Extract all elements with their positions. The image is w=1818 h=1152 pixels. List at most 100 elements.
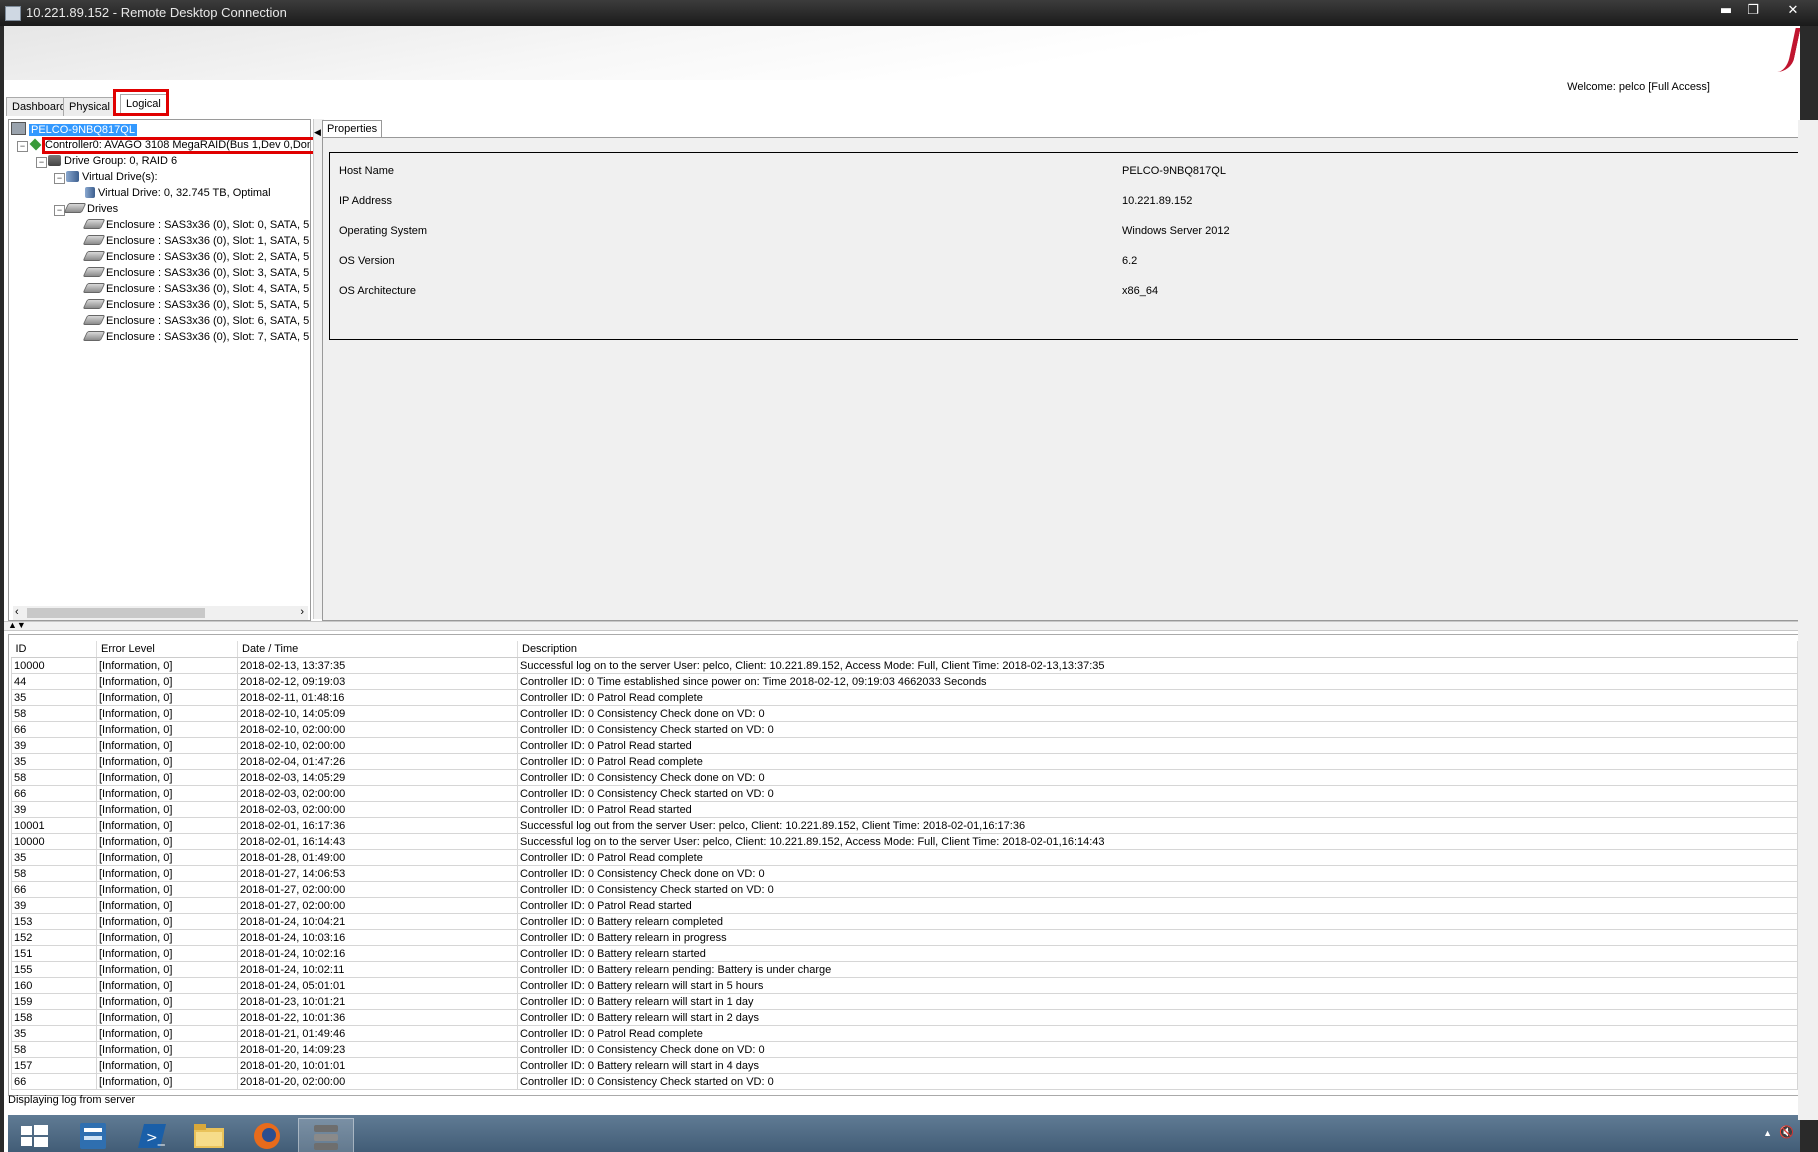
tree-drive-slot-0[interactable]: Enclosure : SAS3x36 (0), Slot: 0, SATA, … xyxy=(82,218,309,233)
vertical-scrollbar[interactable] xyxy=(1798,120,1818,1120)
tree-drives[interactable]: Drives xyxy=(63,202,118,217)
tree-virtual-drive-0[interactable]: Virtual Drive: 0, 32.745 TB, Optimal xyxy=(85,186,271,201)
collapse-controller-toggle[interactable]: − xyxy=(17,141,28,152)
table-row[interactable]: 10000 [Information, 0] 2018-02-13, 13:37:3… xyxy=(11,657,1798,674)
table-row[interactable]: 10000 [Information, 0] 2018-02-01, 16:14:4… xyxy=(11,833,1798,850)
log-error-level-cell: [Information, 0] xyxy=(96,1073,238,1090)
volume-muted-icon[interactable]: 🔇 xyxy=(1779,1125,1794,1139)
firefox-icon[interactable] xyxy=(240,1118,294,1152)
log-description-cell: Controller ID: 0 Battery relearn will st… xyxy=(517,1057,1798,1074)
log-description-cell: Controller ID: 0 Battery relearn complet… xyxy=(517,913,1798,930)
log-id-cell: 66 xyxy=(11,881,97,898)
table-row[interactable]: 58 [Information, 0] 2018-02-03, 14:05:29 Co… xyxy=(11,769,1798,786)
prop-label: Operating System xyxy=(339,225,428,237)
window-titlebar[interactable]: 10.221.89.152 - Remote Desktop Connectio… xyxy=(0,0,1818,26)
table-row[interactable]: 152 [Information, 0] 2018-01-24, 10:03:16 C… xyxy=(11,929,1798,946)
log-id-cell: 10000 xyxy=(11,833,97,850)
physical-drive-icon xyxy=(82,331,106,341)
log-description-cell: Controller ID: 0 Consistency Check done … xyxy=(517,705,1798,722)
table-row[interactable]: 159 [Information, 0] 2018-01-23, 10:01:21 C… xyxy=(11,993,1798,1010)
table-row[interactable]: 44 [Information, 0] 2018-02-12, 09:19:03 Co… xyxy=(11,673,1798,690)
file-explorer-icon[interactable] xyxy=(182,1118,236,1152)
physical-drive-icon xyxy=(82,219,106,229)
scroll-left-arrow[interactable]: ‹ xyxy=(15,606,19,618)
tab-properties[interactable]: Properties xyxy=(322,120,383,138)
tab-dashboard[interactable]: Dashboard xyxy=(6,97,72,116)
scroll-thumb[interactable] xyxy=(27,608,205,618)
log-error-level-cell: [Information, 0] xyxy=(96,833,238,850)
log-splitter[interactable]: ▲▼ xyxy=(4,620,1800,631)
minimize-button[interactable]: ▬ xyxy=(1713,2,1739,20)
properties-box: Host Name PELCO-9NBQ817QL IP Address 10.… xyxy=(329,152,1800,340)
collapse-left-arrow[interactable]: ◀ xyxy=(314,127,321,138)
tab-physical[interactable]: Physical xyxy=(63,97,116,116)
table-row[interactable]: 35 [Information, 0] 2018-01-28, 01:49:00 Co… xyxy=(11,849,1798,866)
tree-drive-slot-3[interactable]: Enclosure : SAS3x36 (0), Slot: 3, SATA, … xyxy=(82,266,309,281)
table-row[interactable]: 58 [Information, 0] 2018-01-27, 14:06:53 Co… xyxy=(11,865,1798,882)
svg-text:>_: >_ xyxy=(146,1130,166,1146)
column-header-error-level[interactable]: Error Level xyxy=(96,641,238,658)
log-datetime-cell: 2018-02-13, 13:37:35 xyxy=(237,657,518,674)
log-datetime-cell: 2018-01-20, 14:09:23 xyxy=(237,1041,518,1058)
table-row[interactable]: 66 [Information, 0] 2018-01-20, 02:00:00 Co… xyxy=(11,1073,1798,1090)
tree-drive-slot-4[interactable]: Enclosure : SAS3x36 (0), Slot: 4, SATA, … xyxy=(82,282,309,297)
log-id-cell: 58 xyxy=(11,705,97,722)
tree-drive-slot-7[interactable]: Enclosure : SAS3x36 (0), Slot: 7, SATA, … xyxy=(82,330,309,345)
collapse-virtual-drives-toggle[interactable]: − xyxy=(54,173,65,184)
table-row[interactable]: 158 [Information, 0] 2018-01-22, 10:01:36 C… xyxy=(11,1009,1798,1026)
table-row[interactable]: 58 [Information, 0] 2018-02-10, 14:05:09 Co… xyxy=(11,705,1798,722)
collapse-drive-group-toggle[interactable]: − xyxy=(36,157,47,168)
maximize-button[interactable]: ❐ xyxy=(1740,2,1766,20)
tree-virtual-drives[interactable]: Virtual Drive(s): xyxy=(66,170,158,185)
table-row[interactable]: 151 [Information, 0] 2018-01-24, 10:02:16 C… xyxy=(11,945,1798,962)
log-id-cell: 35 xyxy=(11,753,97,770)
column-header-description[interactable]: Description xyxy=(517,641,1798,658)
tree-host[interactable]: PELCO-9NBQ817QL xyxy=(11,122,137,137)
table-row[interactable]: 35 [Information, 0] 2018-02-04, 01:47:26 Co… xyxy=(11,753,1798,770)
tree-drive-slot-2[interactable]: Enclosure : SAS3x36 (0), Slot: 2, SATA, … xyxy=(82,250,309,265)
table-row[interactable]: 35 [Information, 0] 2018-01-21, 01:49:46 Co… xyxy=(11,1025,1798,1042)
controller-icon xyxy=(29,138,42,151)
tree-drive-slot-1[interactable]: Enclosure : SAS3x36 (0), Slot: 1, SATA, … xyxy=(82,234,309,249)
tree-drive-label: Enclosure : SAS3x36 (0), Slot: 5, SATA, … xyxy=(106,299,310,311)
table-row[interactable]: 153 [Information, 0] 2018-01-24, 10:04:21 C… xyxy=(11,913,1798,930)
event-log-panel: ID Error Level Date / Time Description 1… xyxy=(8,634,1800,1096)
megaraid-storage-manager-icon[interactable] xyxy=(298,1118,354,1152)
log-id-cell: 153 xyxy=(11,913,97,930)
log-error-level-cell: [Information, 0] xyxy=(96,737,238,754)
tree-virtual-drives-label: Virtual Drive(s): xyxy=(82,171,158,183)
log-datetime-cell: 2018-01-24, 10:02:11 xyxy=(237,961,518,978)
table-row[interactable]: 39 [Information, 0] 2018-02-10, 02:00:00 Co… xyxy=(11,737,1798,754)
tree-drive-slot-6[interactable]: Enclosure : SAS3x36 (0), Slot: 6, SATA, … xyxy=(82,314,309,329)
close-button[interactable]: ✕ xyxy=(1775,2,1811,20)
tray-expand-icon[interactable]: ▲ xyxy=(1763,1128,1772,1138)
log-datetime-cell: 2018-02-10, 14:05:09 xyxy=(237,705,518,722)
prop-value: 10.221.89.152 xyxy=(1122,195,1193,207)
table-row[interactable]: 39 [Information, 0] 2018-02-03, 02:00:00 Co… xyxy=(11,801,1798,818)
table-row[interactable]: 39 [Information, 0] 2018-01-27, 02:00:00 Co… xyxy=(11,897,1798,914)
splitter-arrows[interactable]: ▲▼ xyxy=(8,620,26,630)
table-row[interactable]: 155 [Information, 0] 2018-01-24, 10:02:11 C… xyxy=(11,961,1798,978)
table-row[interactable]: 35 [Information, 0] 2018-02-11, 01:48:16 Co… xyxy=(11,689,1798,706)
log-description-cell: Controller ID: 0 Consistency Check start… xyxy=(517,881,1798,898)
table-row[interactable]: 10001 [Information, 0] 2018-02-01, 16:17:3… xyxy=(11,817,1798,834)
tree-horizontal-scrollbar[interactable]: ‹ › xyxy=(13,606,308,620)
windows-start-icon[interactable] xyxy=(8,1118,62,1152)
table-row[interactable]: 157 [Information, 0] 2018-01-20, 10:01:01 C… xyxy=(11,1057,1798,1074)
table-row[interactable]: 66 [Information, 0] 2018-02-10, 02:00:00 Co… xyxy=(11,721,1798,738)
prop-value: PELCO-9NBQ817QL xyxy=(1122,165,1226,177)
tree-drive-slot-5[interactable]: Enclosure : SAS3x36 (0), Slot: 5, SATA, … xyxy=(82,298,310,313)
scroll-right-arrow[interactable]: › xyxy=(300,606,304,618)
table-row[interactable]: 160 [Information, 0] 2018-01-24, 05:01:01 C… xyxy=(11,977,1798,994)
powershell-icon[interactable]: >_ xyxy=(124,1118,178,1152)
table-row[interactable]: 58 [Information, 0] 2018-01-20, 14:09:23 Co… xyxy=(11,1041,1798,1058)
server-manager-icon[interactable] xyxy=(66,1118,120,1152)
collapse-drives-toggle[interactable]: − xyxy=(54,205,65,216)
table-row[interactable]: 66 [Information, 0] 2018-02-03, 02:00:00 Co… xyxy=(11,785,1798,802)
logical-tree-panel[interactable]: PELCO-9NBQ817QL − Controller0: AVAGO 310… xyxy=(8,119,311,621)
log-error-level-cell: [Information, 0] xyxy=(96,913,238,930)
column-header-id[interactable]: ID xyxy=(11,641,97,658)
tree-drive-group[interactable]: Drive Group: 0, RAID 6 xyxy=(48,154,177,169)
column-header-date-time[interactable]: Date / Time xyxy=(237,641,518,658)
table-row[interactable]: 66 [Information, 0] 2018-01-27, 02:00:00 Co… xyxy=(11,881,1798,898)
